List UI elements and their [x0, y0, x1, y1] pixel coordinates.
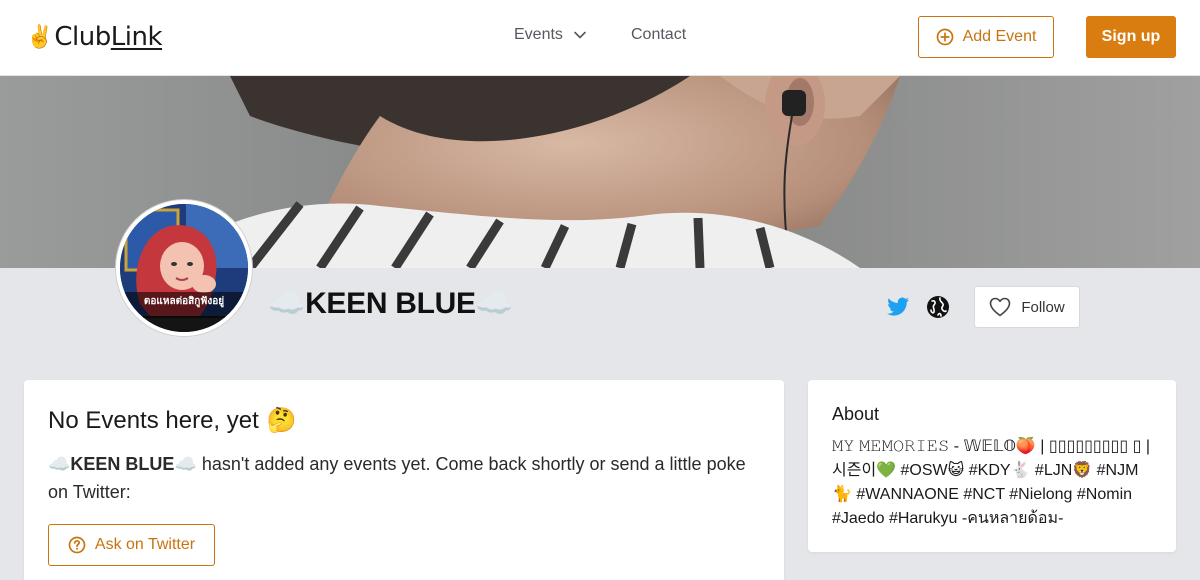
nav-contact-link[interactable]: Contact	[631, 26, 686, 44]
club-name-text: KEEN BLUE	[305, 286, 476, 320]
events-card: No Events here, yet 🤔 ☁️KEEN BLUE☁️ hasn'…	[24, 380, 784, 580]
nav-events-dropdown[interactable]: Events	[514, 26, 587, 44]
top-navigation-bar: ✌️ ClubLink Events Contact Add Event Sig…	[0, 0, 1200, 76]
events-heading-text: No Events here, yet	[48, 406, 259, 434]
avatar-image	[120, 204, 248, 332]
ask-on-twitter-label: Ask on Twitter	[94, 536, 196, 553]
club-name-heading: ☁️ KEEN BLUE ☁️	[268, 286, 513, 321]
twitter-link[interactable]	[886, 295, 910, 319]
follow-label: Follow	[1021, 298, 1065, 316]
club-avatar: ตอแหลต่อสิกูฟังอยู่	[116, 200, 252, 336]
about-heading: About	[832, 404, 880, 424]
twitter-icon	[887, 297, 909, 316]
plus-circle-icon	[936, 28, 953, 46]
question-circle-icon	[68, 536, 86, 554]
chevron-down-icon	[574, 31, 586, 39]
club-name-inline: KEEN BLUE	[70, 454, 175, 474]
events-empty-heading: No Events here, yet 🤔	[48, 406, 760, 435]
add-event-button[interactable]: Add Event	[918, 16, 1054, 58]
cloud-icon: ☁️	[268, 287, 306, 320]
follow-button[interactable]: Follow	[974, 286, 1080, 328]
nav-events-label: Events	[514, 26, 563, 43]
about-card: About 𝙼𝚈 𝙼𝙴𝙼𝙾𝚁𝙸𝙴𝚂 - 𝕎𝔼𝕃𝕆🍑 | ▯▯▯▯▯▯▯▯▯ ▯ …	[808, 380, 1176, 552]
cloud-icon: ☁️	[48, 454, 71, 474]
website-link[interactable]	[926, 295, 950, 319]
avatar-caption: ตอแหลต่อสิกูฟังอยู่	[143, 296, 225, 307]
events-empty-message: ☁️KEEN BLUE☁️ hasn't added any events ye…	[48, 450, 760, 506]
sign-up-button[interactable]: Sign up	[1086, 16, 1176, 58]
ask-on-twitter-button[interactable]: Ask on Twitter	[48, 524, 215, 566]
globe-icon	[927, 296, 949, 318]
thinking-face-icon: 🤔	[266, 407, 297, 434]
victory-hand-icon: ✌️	[26, 24, 54, 49]
cloud-icon: ☁️	[475, 287, 513, 320]
logo-wordmark: ClubLink	[54, 20, 162, 54]
logo-text-link: Link	[110, 22, 163, 52]
cloud-icon: ☁️	[174, 454, 197, 474]
add-event-label: Add Event	[962, 28, 1037, 45]
clublink-logo[interactable]: ✌️ ClubLink	[26, 20, 163, 54]
heart-icon	[990, 297, 1011, 317]
about-text: 𝙼𝚈 𝙼𝙴𝙼𝙾𝚁𝙸𝙴𝚂 - 𝕎𝔼𝕃𝕆🍑 | ▯▯▯▯▯▯▯▯▯ ▯ |시즌이💚 …	[832, 438, 1150, 527]
logo-text-club: Club	[54, 22, 111, 52]
